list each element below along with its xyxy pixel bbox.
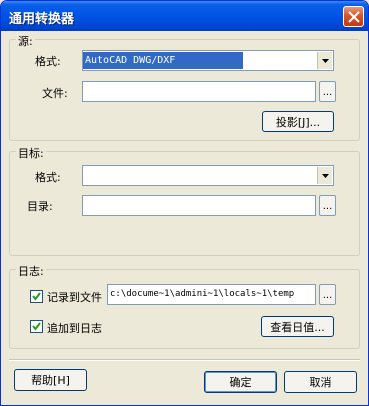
target-dir-label: 目录: [27, 200, 53, 213]
target-group-label: 目标: [16, 145, 46, 161]
source-file-input[interactable] [82, 81, 316, 102]
log-file-path-input[interactable]: c:\docume~1\admini~1\locals~1\temp [107, 284, 316, 305]
chevron-down-icon [322, 174, 329, 178]
target-format-label: 格式: [35, 171, 61, 184]
target-dir-browse-button[interactable]: ... [319, 195, 336, 216]
record-to-file-label: 记录到文件 [47, 291, 102, 304]
cancel-button[interactable]: 取消 [284, 371, 357, 393]
view-log-button[interactable]: 查看日值... [261, 316, 334, 337]
title-bar[interactable]: 通用转换器 [1, 1, 368, 31]
target-format-dropdown[interactable] [317, 167, 332, 184]
source-format-dropdown[interactable] [317, 52, 332, 69]
ok-button[interactable]: 确定 [204, 371, 277, 393]
converter-dialog: 通用转换器 源: 格式: AutoCAD DWG/DXF 文件: ... 投影[… [0, 0, 369, 406]
source-format-label: 格式: [35, 55, 61, 68]
target-dir-input[interactable] [82, 195, 316, 216]
target-format-value [83, 167, 87, 184]
target-format-select[interactable] [82, 165, 334, 186]
help-button[interactable]: 帮助[H] [14, 369, 87, 391]
source-group-label: 源: [16, 33, 35, 49]
record-to-file-checkbox[interactable] [30, 290, 43, 303]
append-to-log-checkbox[interactable] [30, 320, 43, 333]
source-format-select[interactable]: AutoCAD DWG/DXF [82, 50, 334, 71]
window-title: 通用转换器 [9, 12, 75, 27]
footer-divider [9, 359, 360, 361]
source-file-browse-button[interactable]: ... [319, 81, 336, 102]
check-icon [32, 292, 41, 301]
log-group-label: 日志: [16, 263, 46, 279]
log-file-browse-button[interactable]: ... [319, 284, 336, 305]
close-button[interactable] [343, 6, 364, 27]
log-group: 日志: 记录到文件 c:\docume~1\admini~1\locals~1\… [9, 263, 360, 349]
project-button[interactable]: 投影[J]... [262, 111, 334, 132]
close-icon [348, 11, 360, 23]
append-to-log-label: 追加到日志 [47, 322, 102, 335]
source-format-value: AutoCAD DWG/DXF [83, 52, 243, 69]
chevron-down-icon [322, 59, 329, 63]
check-icon [32, 322, 41, 331]
source-file-label: 文件: [42, 87, 68, 100]
target-group: 目标: 格式: 目录: ... [9, 145, 360, 256]
source-group: 源: 格式: AutoCAD DWG/DXF 文件: ... 投影[J]... [9, 33, 360, 141]
